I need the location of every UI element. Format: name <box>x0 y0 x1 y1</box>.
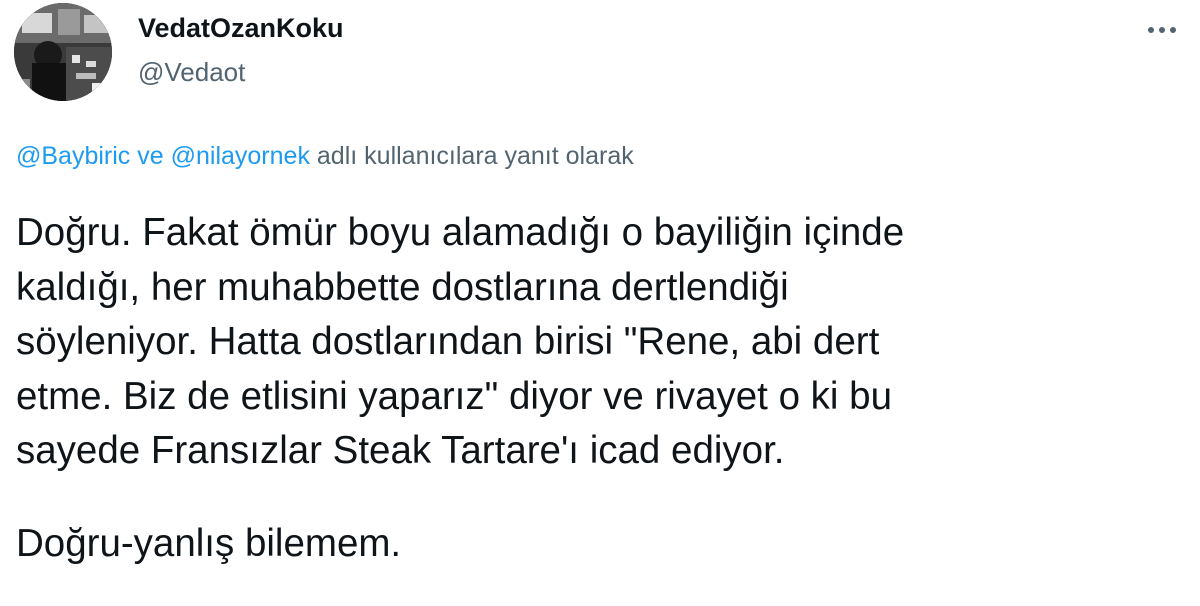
tweet-closing-line: Doğru-yanlış bilemem. <box>16 521 402 565</box>
author-display-name[interactable]: VedatOzanKoku <box>138 12 344 44</box>
reply-context: @Baybiric ve @nilayornek adlı kullanıcıl… <box>16 140 634 172</box>
tweet-line: sayede Fransızlar Steak Tartare'ı icad e… <box>16 429 785 472</box>
tweet-card: VedatOzanKoku @Vedaot @Baybiric ve @nila… <box>0 0 1200 606</box>
author-handle[interactable]: @Vedaot <box>138 56 245 88</box>
reply-suffix: adlı kullanıcılara yanıt olarak <box>316 142 634 170</box>
avatar[interactable] <box>14 3 112 101</box>
avatar-photo <box>14 3 112 101</box>
more-options-button[interactable] <box>1138 14 1186 46</box>
reply-connector: ve <box>137 142 164 170</box>
mention-link-2[interactable]: @nilayornek <box>171 142 310 170</box>
more-horizontal-icon <box>1148 27 1176 33</box>
tweet-line: Doğru. Fakat ömür boyu alamadığı o bayil… <box>16 211 905 254</box>
tweet-line: kaldığı, her muhabbette dostlarına dertl… <box>16 265 789 309</box>
tweet-line: etme. Biz de etlisini yaparız" diyor ve … <box>16 374 893 418</box>
mention-link-1[interactable]: @Baybiric <box>16 142 130 170</box>
tweet-text: Doğru. Fakat ömür boyu alamadığı o bayil… <box>16 206 1186 571</box>
tweet-line: söyleniyor. Hatta dostlarından birisi "R… <box>16 320 880 363</box>
